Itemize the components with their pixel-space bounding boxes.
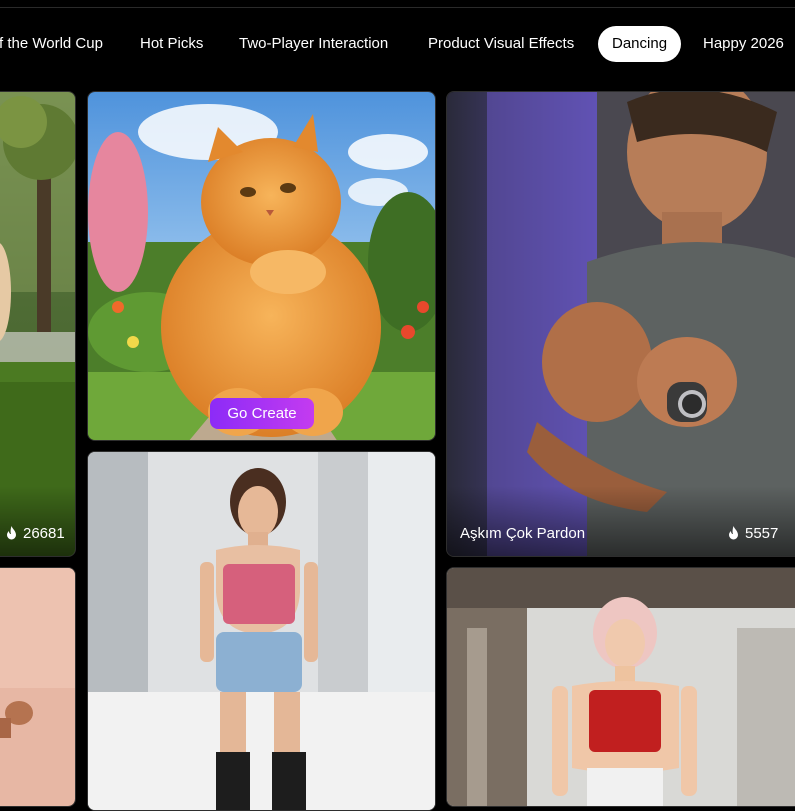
- flame-icon: [729, 526, 738, 540]
- view-count-value: 26681: [23, 525, 65, 542]
- tab-two-player-interaction[interactable]: Two-Player Interaction: [239, 26, 388, 62]
- flame-icon: [7, 526, 16, 540]
- card-shade: [0, 486, 75, 556]
- cat-thumbnail: [88, 92, 435, 440]
- video-card-cat[interactable]: Go Create: [87, 91, 436, 441]
- view-count-value: 5557: [745, 525, 779, 542]
- top-divider: [0, 7, 795, 8]
- tab-dancing[interactable]: Dancing: [598, 26, 682, 62]
- pink-hair-girl-thumbnail: [447, 568, 795, 806]
- video-card-man[interactable]: Aşkım Çok Pardon 5557: [446, 91, 795, 557]
- tab-world-cup[interactable]: f the World Cup: [0, 26, 103, 62]
- tab-happy-2026[interactable]: Happy 2026: [703, 26, 784, 62]
- view-count: 5557: [727, 525, 778, 542]
- video-card-park-girl[interactable]: 26681: [0, 91, 76, 557]
- video-title: Aşkım Çok Pardon: [460, 525, 586, 542]
- pink-wall-thumbnail: [0, 568, 75, 806]
- go-create-button[interactable]: Go Create: [210, 398, 314, 429]
- video-card-mall-girl[interactable]: [87, 451, 436, 811]
- view-count: 26681: [5, 525, 65, 542]
- mall-girl-thumbnail: [88, 452, 435, 810]
- video-card-pink-hair-girl[interactable]: [446, 567, 795, 807]
- tab-hot-picks[interactable]: Hot Picks: [140, 26, 203, 62]
- video-card-pink-wall[interactable]: [0, 567, 76, 807]
- card-shade: [447, 486, 795, 556]
- tab-product-visual-effects[interactable]: Product Visual Effects: [428, 26, 574, 62]
- category-tabs: f the World Cup Hot Picks Two-Player Int…: [0, 24, 795, 64]
